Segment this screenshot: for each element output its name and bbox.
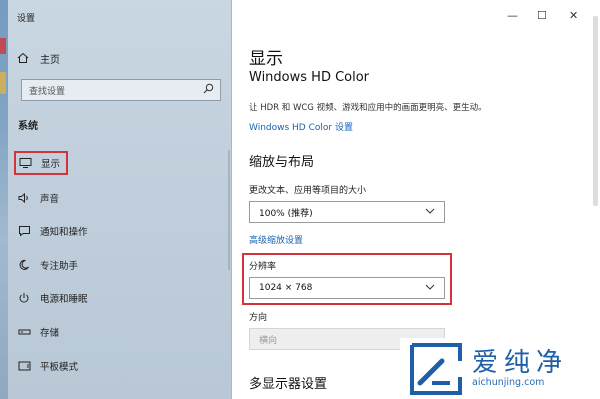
orientation-value: 横向 (259, 335, 278, 346)
search-input[interactable]: 查找设置 (21, 79, 221, 101)
hd-color-settings-link[interactable]: Windows HD Color 设置 (249, 120, 353, 133)
sidebar-item-label: 平板模式 (40, 362, 79, 373)
chevron-down-icon (425, 283, 435, 293)
sidebar-item-home[interactable]: 主页 (17, 51, 60, 66)
sidebar-scrollbar[interactable] (228, 150, 230, 270)
sidebar-item-sound[interactable]: 声音 (17, 189, 59, 207)
power-icon (17, 291, 31, 305)
multi-display-title: 多显示器设置 (249, 377, 328, 392)
maximize-button[interactable]: ☐ (537, 9, 547, 22)
hd-color-title: Windows HD Color (249, 70, 370, 85)
text-size-label: 更改文本、应用等项目的大小 (249, 186, 367, 196)
home-icon (17, 52, 31, 66)
sidebar-item-storage[interactable]: 存储 (17, 323, 59, 341)
scale-layout-title: 缩放与布局 (249, 155, 315, 170)
sidebar-item-label: 主页 (40, 55, 60, 66)
brand-name: 爱纯净 (472, 348, 569, 378)
orientation-label: 方向 (249, 313, 268, 323)
resolution-value: 1024 × 768 (259, 283, 313, 293)
hd-color-description: 让 HDR 和 WCG 视频、游戏和应用中的画面更明亮、更生动。 (249, 103, 487, 113)
sidebar-item-label: 专注助手 (40, 261, 79, 272)
close-button[interactable]: ✕ (569, 9, 578, 22)
content-scrollbar[interactable] (593, 16, 598, 206)
chevron-down-icon (425, 207, 435, 217)
search-placeholder: 查找设置 (29, 86, 66, 97)
sidebar-item-notifications[interactable]: 通知和操作 (17, 222, 88, 240)
sidebar-item-label: 声音 (40, 194, 60, 205)
tablet-icon (17, 359, 31, 373)
advanced-scaling-link[interactable]: 高级缩放设置 (249, 233, 303, 246)
minimize-button[interactable]: — (507, 9, 518, 22)
sidebar-item-power-sleep[interactable]: 电源和睡眠 (17, 289, 88, 307)
text-size-dropdown[interactable]: 100% (推荐) (249, 201, 445, 223)
window-title: 设置 (17, 14, 36, 24)
sidebar-item-label: 通知和操作 (40, 227, 88, 238)
sidebar-item-tablet-mode[interactable]: 平板模式 (17, 357, 78, 375)
settings-sidebar: 设置 主页 查找设置 系统 显示 声音 通知和操作 专注助手 电源和睡眠 存储 … (0, 0, 232, 399)
moon-icon (17, 258, 31, 272)
sidebar-item-label: 电源和睡眠 (40, 294, 88, 305)
speaker-icon (17, 191, 31, 205)
desktop-icon-fragment (0, 72, 6, 94)
page-title: 显示 (249, 49, 283, 69)
notification-icon (17, 224, 31, 238)
search-icon (203, 83, 214, 97)
brand-logo-icon (410, 342, 462, 395)
sidebar-item-label: 存储 (40, 328, 60, 339)
monitor-icon (18, 156, 32, 170)
text-size-value: 100% (推荐) (259, 208, 313, 219)
sidebar-item-focus-assist[interactable]: 专注助手 (17, 256, 78, 274)
resolution-dropdown[interactable]: 1024 × 768 (249, 277, 445, 299)
desktop-icon-fragment (0, 38, 6, 54)
resolution-label: 分辨率 (249, 262, 277, 272)
brand-url: aichunjing.com (472, 377, 545, 388)
sidebar-item-display[interactable]: 显示 (14, 151, 69, 175)
sidebar-section-title: 系统 (18, 121, 38, 132)
watermark: 爱纯净 aichunjing.com (400, 338, 600, 399)
storage-icon (17, 325, 31, 339)
sidebar-item-label: 显示 (41, 159, 61, 170)
